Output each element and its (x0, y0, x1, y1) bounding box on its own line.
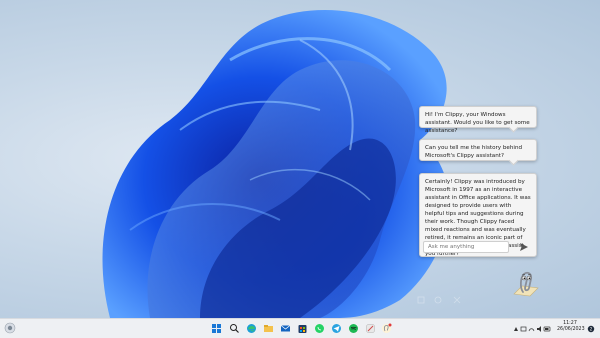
chat-input[interactable] (423, 241, 509, 253)
send-icon[interactable] (519, 242, 529, 252)
clock-date: 26/06/2023 (557, 327, 585, 332)
edge-icon[interactable] (246, 323, 257, 334)
clippy-app-icon[interactable] (381, 323, 392, 334)
widgets-icon[interactable] (4, 322, 16, 334)
store-icon[interactable] (297, 323, 308, 334)
start-icon[interactable] (211, 323, 222, 334)
notification-icon[interactable]: 2 (587, 324, 595, 334)
desktop: Hi! I'm Clippy, your Windows assistant. … (0, 0, 600, 318)
clippy-character[interactable] (510, 268, 542, 300)
mail-icon[interactable] (280, 323, 291, 334)
svg-text:2: 2 (590, 327, 593, 332)
user-message-bubble: Can you tell me the history behind Micro… (419, 139, 537, 166)
assistant-greeting-bubble: Hi! I'm Clippy, your Windows assistant. … (419, 106, 537, 134)
clock[interactable]: 11:27 26/06/2023 (557, 321, 585, 333)
app-icon[interactable] (365, 323, 376, 334)
user-message-text: Can you tell me the history behind Micro… (425, 145, 523, 159)
chat-input-row (423, 241, 533, 255)
spotify-icon[interactable] (348, 323, 359, 334)
whatsapp-icon[interactable] (314, 323, 325, 334)
file-explorer-icon[interactable] (263, 323, 274, 334)
search-icon[interactable] (229, 323, 240, 334)
taskbar: 11:27 26/06/2023 2 (0, 318, 600, 338)
telegram-icon[interactable] (331, 323, 342, 334)
faint-icons (417, 296, 461, 304)
